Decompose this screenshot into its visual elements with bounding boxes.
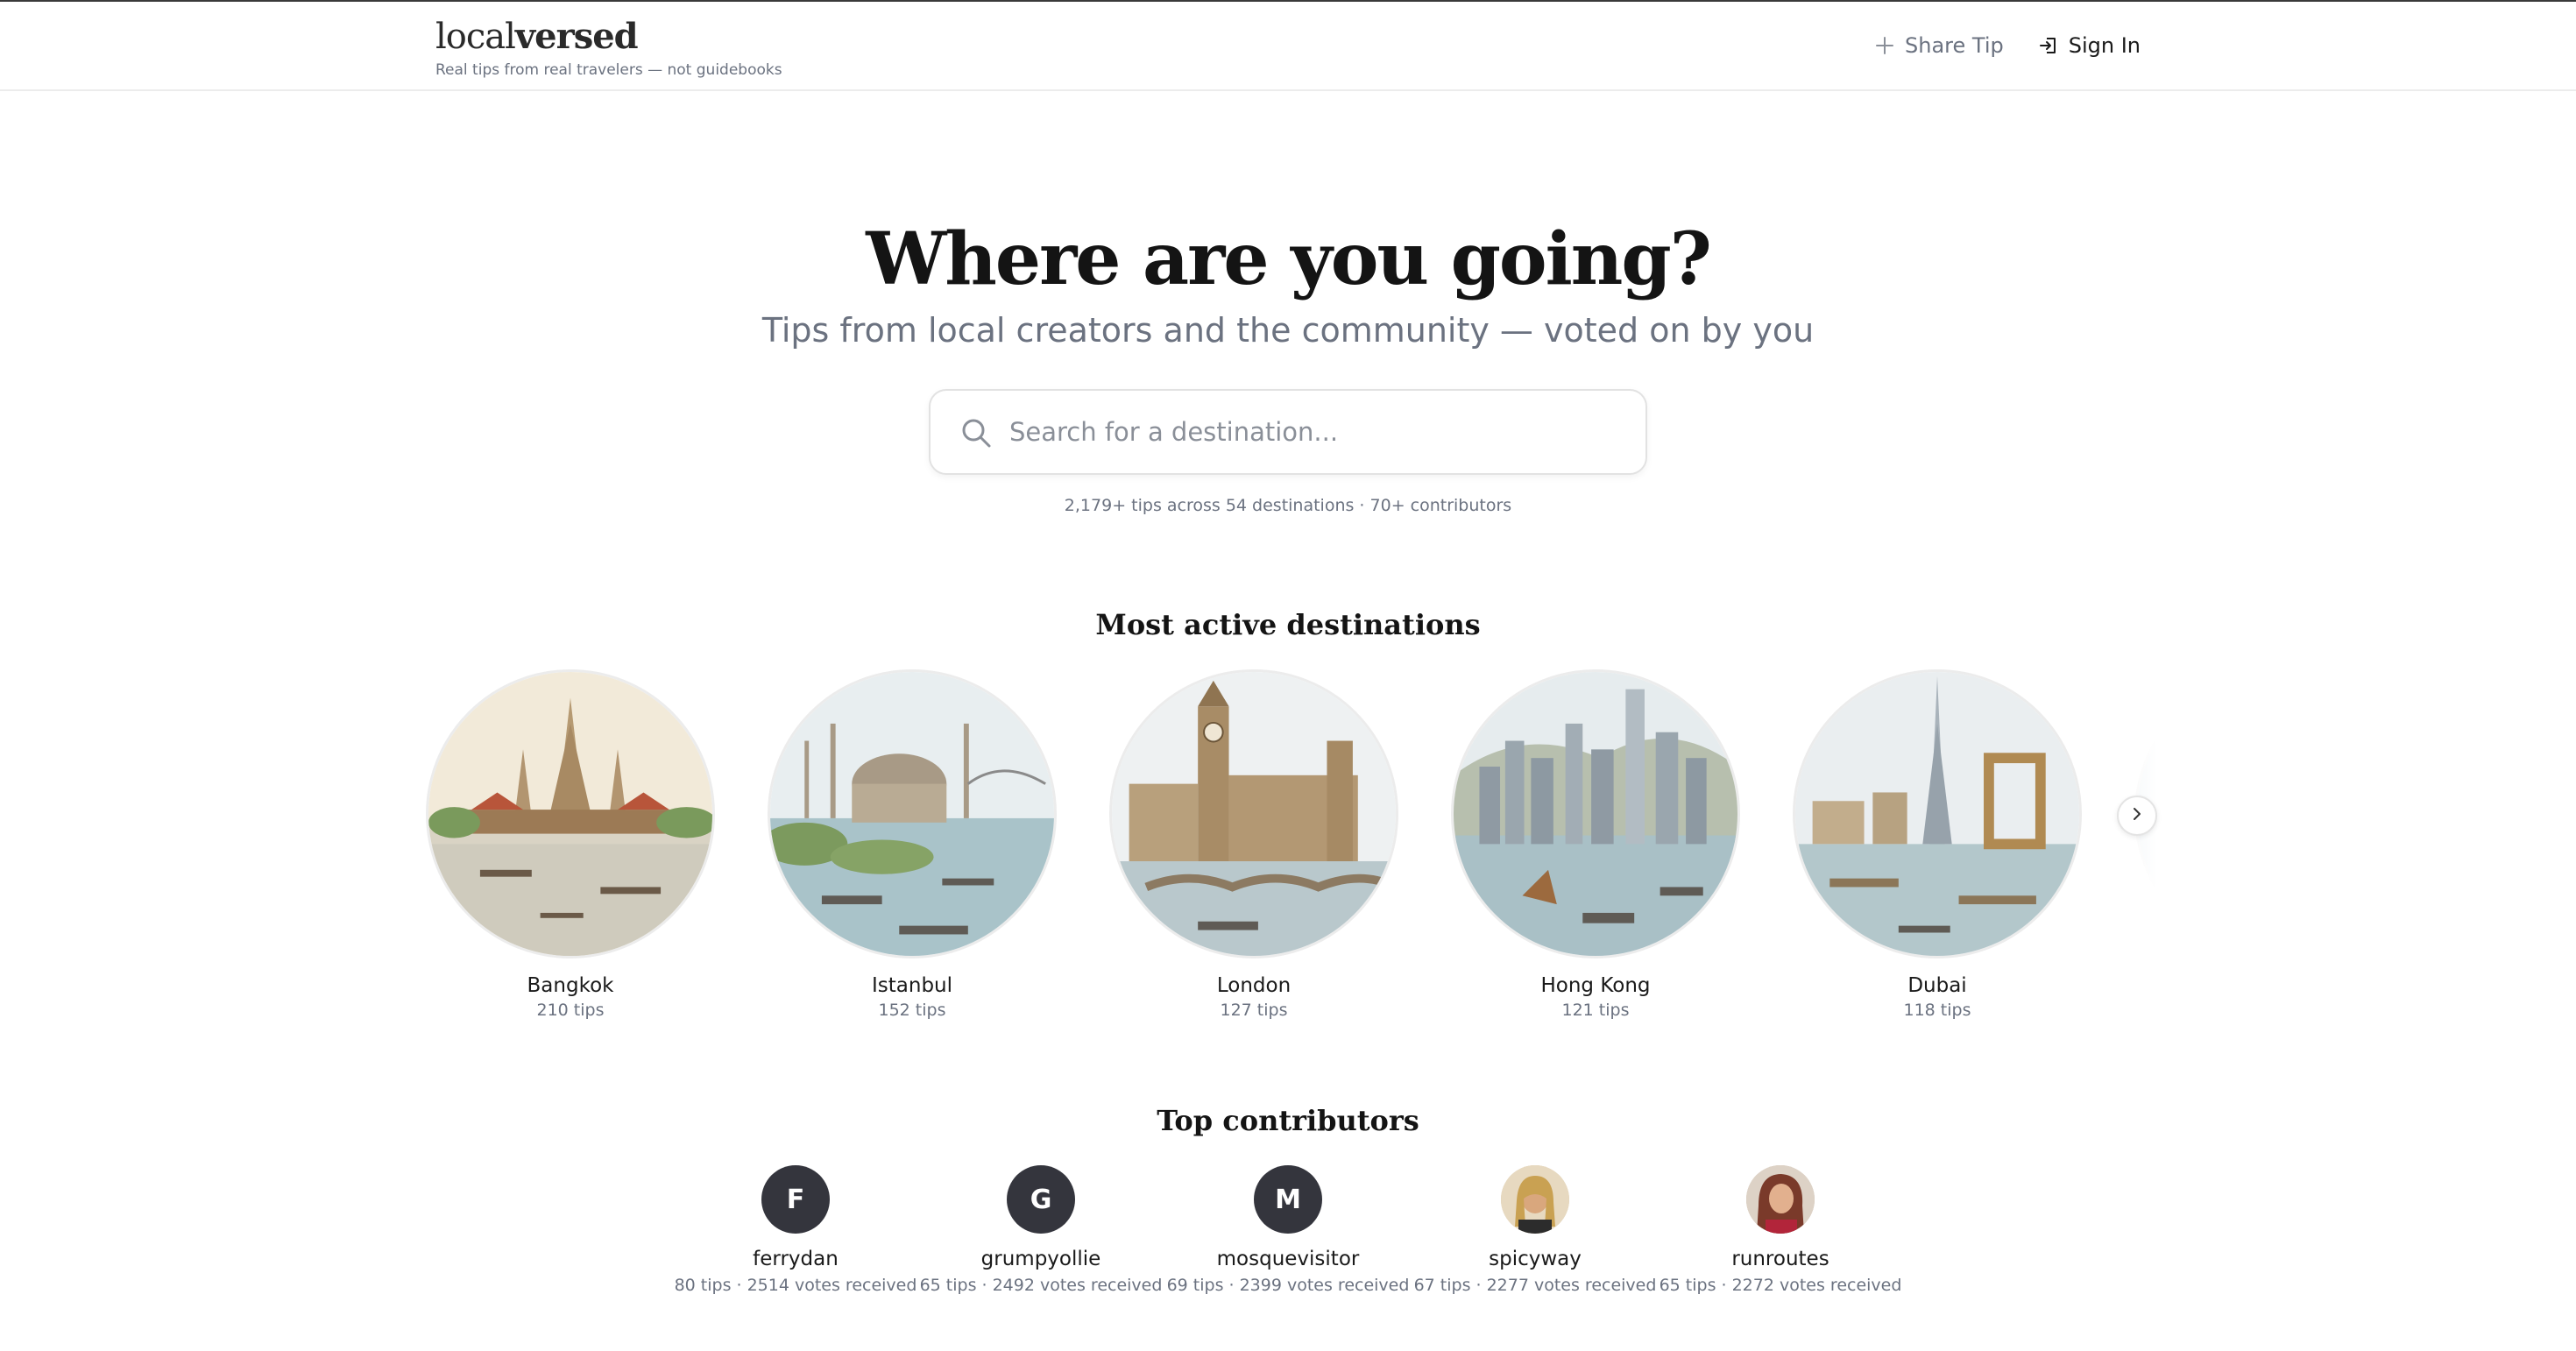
destination-name: Hong Kong [1540, 974, 1651, 997]
logo-bold: versed [514, 16, 639, 57]
destinations-title: Most active destinations [1095, 608, 1481, 641]
contributor-stats: 67 tips · 2277 votes received [1413, 1276, 1657, 1295]
site-header: localversed Real tips from real traveler… [0, 2, 2576, 91]
contributor-stats: 65 tips · 2492 votes received [919, 1276, 1163, 1295]
contributor-name: spicyway [1489, 1248, 1582, 1270]
chevron-right-icon [2129, 806, 2145, 826]
destination-image-bangkok [426, 669, 715, 958]
destination-tip-count: 152 tips [878, 1001, 946, 1020]
sign-in-label: Sign In [2068, 33, 2141, 58]
destination-image-istanbul [768, 669, 1057, 958]
destination-name: London [1216, 974, 1292, 997]
destination-tip-count: 118 tips [1903, 1001, 1971, 1020]
destination-tip-count: 210 tips [536, 1001, 605, 1020]
contributor-name: grumpyollie [980, 1248, 1101, 1270]
plus-icon [1875, 36, 1894, 55]
destinations-carousel: Bangkok 210 tips Istanbul 152 tips Londo… [426, 669, 2157, 1037]
share-tip-button[interactable]: Share Tip [1875, 33, 2004, 58]
contributor-ferrydan[interactable]: F ferrydan 80 tips · 2514 votes received [673, 1165, 918, 1295]
avatar: M [1254, 1165, 1322, 1234]
avatar-photo [1501, 1165, 1569, 1234]
share-tip-label: Share Tip [1905, 33, 2004, 58]
contributor-runroutes[interactable]: runroutes 65 tips · 2272 votes received [1658, 1165, 1903, 1295]
contributor-stats: 80 tips · 2514 votes received [674, 1276, 917, 1295]
contributor-name: mosquevisitor [1216, 1248, 1360, 1270]
header-nav: Share Tip Sign In [1875, 33, 2141, 58]
sign-in-button[interactable]: Sign In [2039, 33, 2141, 58]
sign-in-icon [2039, 36, 2058, 55]
contributor-stats: 69 tips · 2399 votes received [1166, 1276, 1410, 1295]
destination-image-london [1109, 669, 1398, 958]
avatar-photo [1746, 1165, 1815, 1234]
destination-card-hong-kong[interactable]: Hong Kong 121 tips [1451, 669, 1740, 1020]
destination-tip-count: 121 tips [1561, 1001, 1630, 1020]
contributor-mosquevisitor[interactable]: M mosquevisitor 69 tips · 2399 votes rec… [1165, 1165, 1411, 1295]
contributor-name: runroutes [1731, 1248, 1829, 1270]
contributors-title: Top contributors [1157, 1104, 1419, 1137]
destination-card-bangkok[interactable]: Bangkok 210 tips [426, 669, 715, 1020]
hero-title: Where are you going? [866, 217, 1712, 301]
destination-card-dubai[interactable]: Dubai 118 tips [1793, 669, 2082, 1020]
logo[interactable]: localversed [435, 16, 782, 58]
destination-search[interactable] [929, 389, 1647, 475]
destination-card-istanbul[interactable]: Istanbul 152 tips [768, 669, 1057, 1020]
site-stats: 2,179+ tips across 54 destinations · 70+… [1064, 496, 1512, 515]
contributor-stats: 65 tips · 2272 votes received [1659, 1276, 1902, 1295]
destination-name: Istanbul [871, 974, 953, 997]
contributor-name: ferrydan [753, 1248, 839, 1270]
hero-subtitle: Tips from local creators and the communi… [761, 311, 1815, 350]
avatar: G [1007, 1165, 1075, 1234]
avatar: F [761, 1165, 830, 1234]
destination-card-london[interactable]: London 127 tips [1109, 669, 1398, 1020]
carousel-fade [2105, 669, 2157, 1037]
logo-light: local [435, 17, 516, 57]
search-icon [960, 417, 992, 453]
tagline: Real tips from real travelers — not guid… [435, 61, 782, 79]
destination-name: Bangkok [527, 974, 614, 997]
destination-tip-count: 127 tips [1220, 1001, 1288, 1020]
carousel-next-button[interactable] [2117, 796, 2157, 836]
destination-image-dubai [1793, 669, 2082, 958]
destination-image-hong-kong [1451, 669, 1740, 958]
contributor-grumpyollie[interactable]: G grumpyollie 65 tips · 2492 votes recei… [918, 1165, 1164, 1295]
contributor-spicyway[interactable]: spicyway 67 tips · 2277 votes received [1412, 1165, 1658, 1295]
search-input[interactable] [1009, 391, 1623, 473]
brand[interactable]: localversed Real tips from real traveler… [435, 16, 782, 79]
destination-name: Dubai [1907, 974, 1967, 997]
